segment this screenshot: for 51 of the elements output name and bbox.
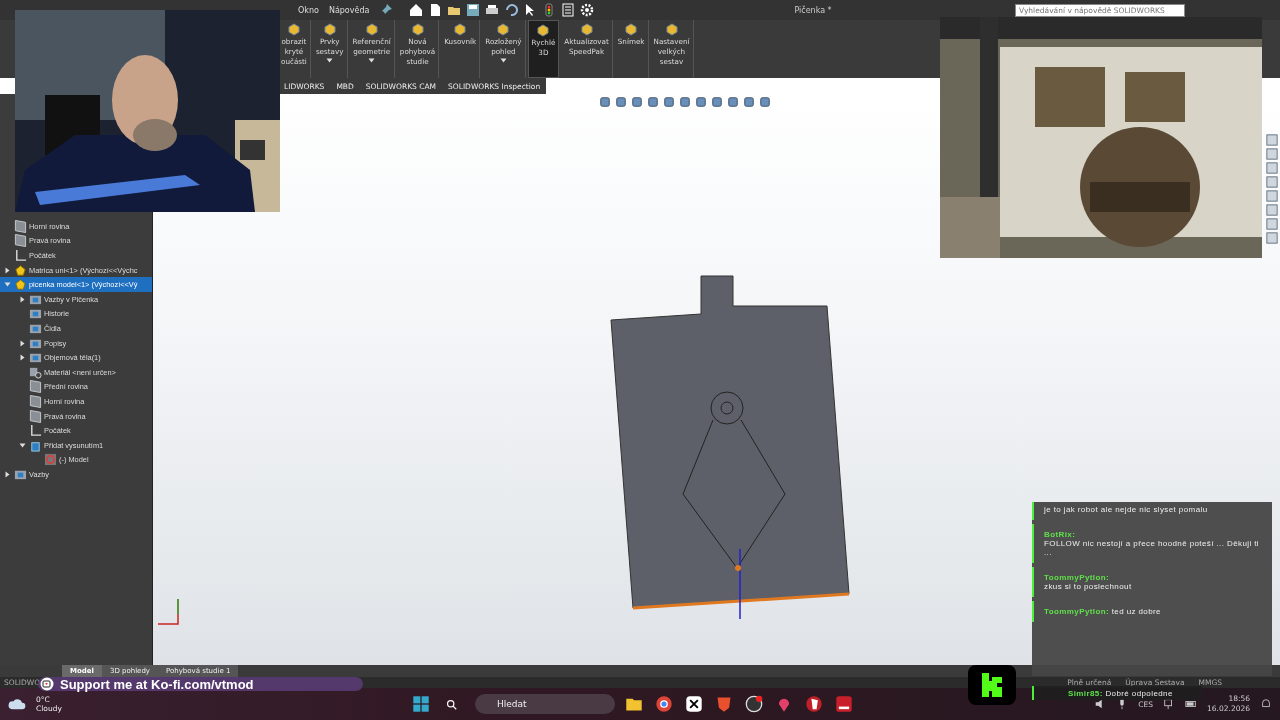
battery-icon[interactable] [1185,698,1198,710]
expand-arrow-icon[interactable] [4,266,11,274]
plane-icon [29,380,42,394]
cup-icon [40,677,54,691]
app-icon[interactable] [684,695,703,713]
collapse-arrow-icon[interactable] [4,281,11,289]
chat-username: ToommyPytlon: [1044,573,1111,582]
chat-message: ToommyPytlon: ted uz dobre [1044,607,1162,616]
bell-icon[interactable] [1260,698,1272,710]
expand-arrow-icon[interactable] [19,295,26,303]
home-icon[interactable] [409,3,424,17]
folder-icon [29,307,42,321]
axis-triad-icon [735,548,741,620]
k-logo-icon [968,665,1016,705]
list-icon[interactable] [561,3,576,17]
origin-icon [29,424,42,438]
material-icon [29,365,42,379]
collapse-arrow-icon[interactable] [19,441,26,449]
part-icon [14,263,27,277]
undo-icon[interactable] [504,3,519,17]
document-icon[interactable] [428,3,443,17]
plane-icon [14,234,27,248]
chat-username: BotRix: [1044,530,1077,539]
chat-message: FOLLOW nic nestojí a přece hoodně poteší ... Děkuji ti ... [1044,539,1261,557]
folder-icon [29,351,42,365]
solidworks-icon[interactable] [834,695,853,713]
windows-start-icon[interactable] [411,695,430,713]
menu-item[interactable]: Okno [298,5,319,15]
expand-arrow-icon[interactable] [4,470,11,478]
menu-item[interactable]: Nápověda [328,5,370,15]
search-icon [445,698,457,710]
plane-icon [29,409,42,423]
plane-icon [14,219,27,233]
expand-arrow-icon[interactable] [19,339,26,347]
browser-icon[interactable] [654,695,673,713]
record-icon[interactable] [744,695,763,713]
gear-icon[interactable] [580,3,595,17]
expand-arrow-icon[interactable] [19,354,26,362]
axis-triad-icon [157,598,179,625]
window-title: Pičenka * [794,5,832,15]
printer-icon[interactable] [485,3,500,17]
sketch-icon [44,453,57,467]
chat-message: zkus si to poslechnout [1044,582,1133,591]
taskbar-search-field[interactable]: Hledat [474,694,615,714]
support-text: Support me at Ko-fi.com/vtmod [60,676,254,692]
chat-message: Simir85: Dobré odpoledne [1068,688,1173,698]
save-icon[interactable] [466,3,481,17]
plane-icon [29,394,42,408]
chat-message: je to jak robot ale nejde nic slyset pomalu [1044,505,1208,514]
origin-icon [14,249,27,262]
part-icon [14,278,27,292]
